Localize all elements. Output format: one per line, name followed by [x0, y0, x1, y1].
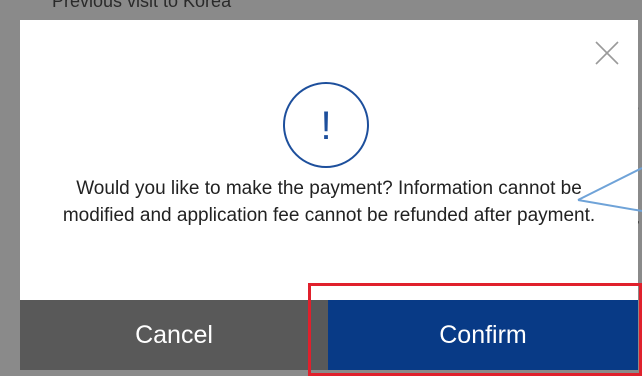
screen: Previous visit to Korea 5 y > ! Would yo…	[0, 0, 642, 376]
dialog-footer: Cancel Confirm	[20, 300, 638, 370]
exclamation-circle-icon: !	[282, 81, 370, 169]
payment-confirmation-dialog: ! Would you like to make the payment? In…	[20, 20, 638, 370]
payment-warning-message: Would you like to make the payment? Info…	[62, 178, 596, 226]
cancel-button[interactable]: Cancel	[20, 300, 328, 370]
close-icon[interactable]	[594, 40, 620, 66]
confirm-button[interactable]: Confirm	[328, 300, 638, 370]
background-previous-visit-label: Previous visit to Korea	[52, 0, 232, 11]
alert-symbol: !	[320, 104, 331, 148]
